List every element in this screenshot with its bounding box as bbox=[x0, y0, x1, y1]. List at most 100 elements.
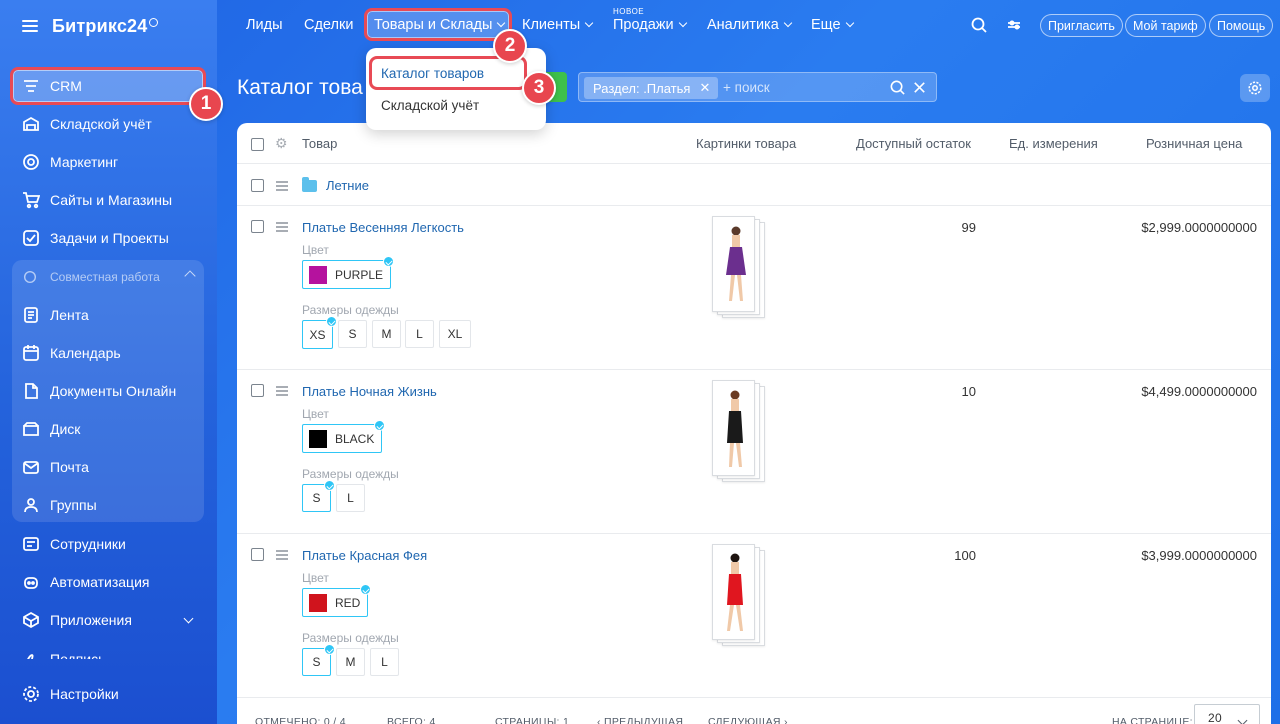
sidebar-item-documents[interactable]: Документы Онлайн bbox=[12, 374, 204, 408]
size-option[interactable]: L bbox=[336, 484, 365, 512]
search-icon[interactable] bbox=[970, 16, 988, 34]
chevron-down-icon bbox=[678, 18, 687, 28]
calendar-icon bbox=[22, 344, 40, 362]
filter-chip[interactable]: Раздел: .Платья ✕ bbox=[584, 77, 719, 99]
help-button[interactable]: Помощь bbox=[1209, 14, 1274, 37]
chevron-down-icon bbox=[845, 18, 854, 28]
product-image[interactable] bbox=[712, 544, 769, 650]
invite-button[interactable]: Пригласить bbox=[1040, 14, 1123, 37]
header-stock[interactable]: Доступный остаток bbox=[856, 136, 971, 151]
sidebar-item-label: Настройки bbox=[50, 686, 119, 702]
row-checkbox[interactable] bbox=[251, 179, 264, 192]
sidebar-item-warehouse[interactable]: Складской учёт bbox=[12, 107, 204, 141]
sidebar-item-employees[interactable]: Сотрудники bbox=[12, 527, 204, 561]
size-option[interactable]: L bbox=[405, 320, 434, 348]
product-name[interactable]: Платье Ночная Жизнь bbox=[302, 384, 437, 399]
size-value: M bbox=[345, 655, 356, 669]
clear-icon[interactable] bbox=[911, 79, 928, 96]
menu-item-warehouse[interactable]: Складской учёт bbox=[381, 98, 479, 113]
size-label: Размеры одежды bbox=[302, 303, 399, 317]
sidebar-item-marketing[interactable]: Маркетинг bbox=[12, 145, 204, 179]
search-input[interactable]: + поиск bbox=[723, 80, 770, 95]
step-badge-3: 3 bbox=[522, 71, 556, 105]
size-option[interactable]: XS bbox=[302, 316, 337, 349]
stock-value: 100 bbox=[954, 548, 976, 563]
step-badge-1: 1 bbox=[189, 87, 223, 121]
top-nav-deals[interactable]: Сделки bbox=[304, 17, 353, 33]
top-nav-clients[interactable]: Клиенты bbox=[522, 17, 594, 33]
prev-page-link[interactable]: ‹ ПРЕДЫДУЩАЯ bbox=[597, 716, 683, 724]
row-checkbox[interactable] bbox=[251, 220, 264, 233]
folder-name[interactable]: Летние bbox=[326, 178, 369, 193]
color-option[interactable]: BLACK bbox=[302, 420, 386, 453]
gear-icon[interactable] bbox=[1240, 74, 1270, 102]
stock-value: 99 bbox=[961, 220, 976, 235]
drag-handle-icon[interactable] bbox=[276, 181, 288, 191]
color-swatch bbox=[309, 265, 327, 284]
per-page-select[interactable]: 20 bbox=[1194, 704, 1260, 724]
color-option[interactable]: PURPLE bbox=[302, 256, 395, 289]
size-value: M bbox=[381, 327, 392, 341]
size-option[interactable]: S bbox=[338, 320, 367, 348]
size-option[interactable]: M bbox=[372, 320, 401, 348]
size-option[interactable]: S bbox=[302, 480, 335, 512]
sidebar-item-tasks[interactable]: Задачи и Проекты bbox=[12, 221, 204, 255]
header-unit[interactable]: Ед. измерения bbox=[1009, 136, 1098, 151]
size-option[interactable]: S bbox=[302, 644, 335, 676]
product-image[interactable] bbox=[712, 380, 769, 486]
sidebar-item-sites[interactable]: Сайты и Магазины bbox=[12, 183, 204, 217]
sidebar-item-calendar[interactable]: Календарь bbox=[12, 336, 204, 370]
sidebar-item-settings[interactable]: Настройки bbox=[12, 677, 204, 711]
header-product[interactable]: Товар bbox=[302, 136, 337, 151]
feed-icon bbox=[22, 306, 40, 324]
sidebar-item-feed[interactable]: Лента bbox=[12, 298, 204, 332]
my-tariff-button[interactable]: Мой тариф bbox=[1125, 14, 1206, 37]
header-price[interactable]: Розничная цена bbox=[1146, 136, 1242, 151]
gear-icon[interactable]: ⚙ bbox=[275, 135, 288, 152]
page-title: Каталог това bbox=[237, 76, 363, 99]
size-option[interactable]: M bbox=[336, 648, 365, 676]
menu-burger-icon[interactable] bbox=[22, 20, 38, 32]
total-count: ВСЕГО: 4 bbox=[387, 716, 436, 724]
drag-handle-icon[interactable] bbox=[276, 222, 288, 232]
color-name: RED bbox=[335, 595, 361, 610]
top-nav-more[interactable]: Еще bbox=[811, 17, 854, 33]
sidebar-item-groups[interactable]: Группы bbox=[12, 488, 204, 522]
size-label: Размеры одежды bbox=[302, 631, 399, 645]
product-image[interactable] bbox=[712, 216, 769, 322]
color-name: BLACK bbox=[335, 431, 375, 446]
top-nav-analytics[interactable]: Аналитика bbox=[707, 17, 793, 33]
sliders-icon[interactable] bbox=[1005, 16, 1023, 34]
size-value: L bbox=[381, 655, 388, 669]
drag-handle-icon[interactable] bbox=[276, 386, 288, 396]
drag-handle-icon[interactable] bbox=[276, 550, 288, 560]
next-page-link[interactable]: СЛЕДУЮЩАЯ › bbox=[708, 716, 788, 724]
sidebar-item-apps[interactable]: Приложения bbox=[12, 603, 204, 637]
size-option[interactable]: XL bbox=[439, 320, 471, 348]
top-nav-label: Еще bbox=[811, 17, 841, 33]
signature-icon bbox=[22, 651, 40, 659]
sidebar-item-automation[interactable]: Автоматизация bbox=[12, 565, 204, 599]
sidebar-item-mail[interactable]: Почта bbox=[12, 450, 204, 484]
price-value: $2,999.0000000000 bbox=[1141, 220, 1257, 235]
color-option[interactable]: RED bbox=[302, 584, 372, 617]
header-images[interactable]: Картинки товара bbox=[696, 136, 796, 151]
color-swatch bbox=[309, 429, 327, 448]
size-option[interactable]: L bbox=[370, 648, 399, 676]
brand-name: Битрикс24 bbox=[52, 15, 148, 36]
row-checkbox[interactable] bbox=[251, 384, 264, 397]
row-checkbox[interactable] bbox=[251, 548, 264, 561]
filter-chip-label: Раздел: .Платья bbox=[593, 80, 691, 96]
sidebar-item-disk[interactable]: Диск bbox=[12, 412, 204, 446]
product-name[interactable]: Платье Красная Фея bbox=[302, 548, 427, 563]
product-table: ⚙ Товар Картинки товара Доступный остато… bbox=[237, 123, 1271, 724]
filter-search[interactable]: Раздел: .Платья ✕ + поиск bbox=[578, 72, 937, 102]
sidebar-item-signature[interactable]: Подпись bbox=[12, 641, 204, 659]
collaboration-group-header[interactable]: Совместная работа bbox=[12, 260, 204, 294]
top-nav-leads[interactable]: Лиды bbox=[246, 17, 283, 33]
search-icon[interactable] bbox=[889, 79, 906, 96]
close-icon[interactable]: ✕ bbox=[699, 80, 710, 96]
top-nav-sales[interactable]: Продажи bbox=[613, 17, 687, 33]
product-name[interactable]: Платье Весенняя Легкость bbox=[302, 220, 464, 235]
select-all-checkbox[interactable] bbox=[251, 138, 264, 151]
